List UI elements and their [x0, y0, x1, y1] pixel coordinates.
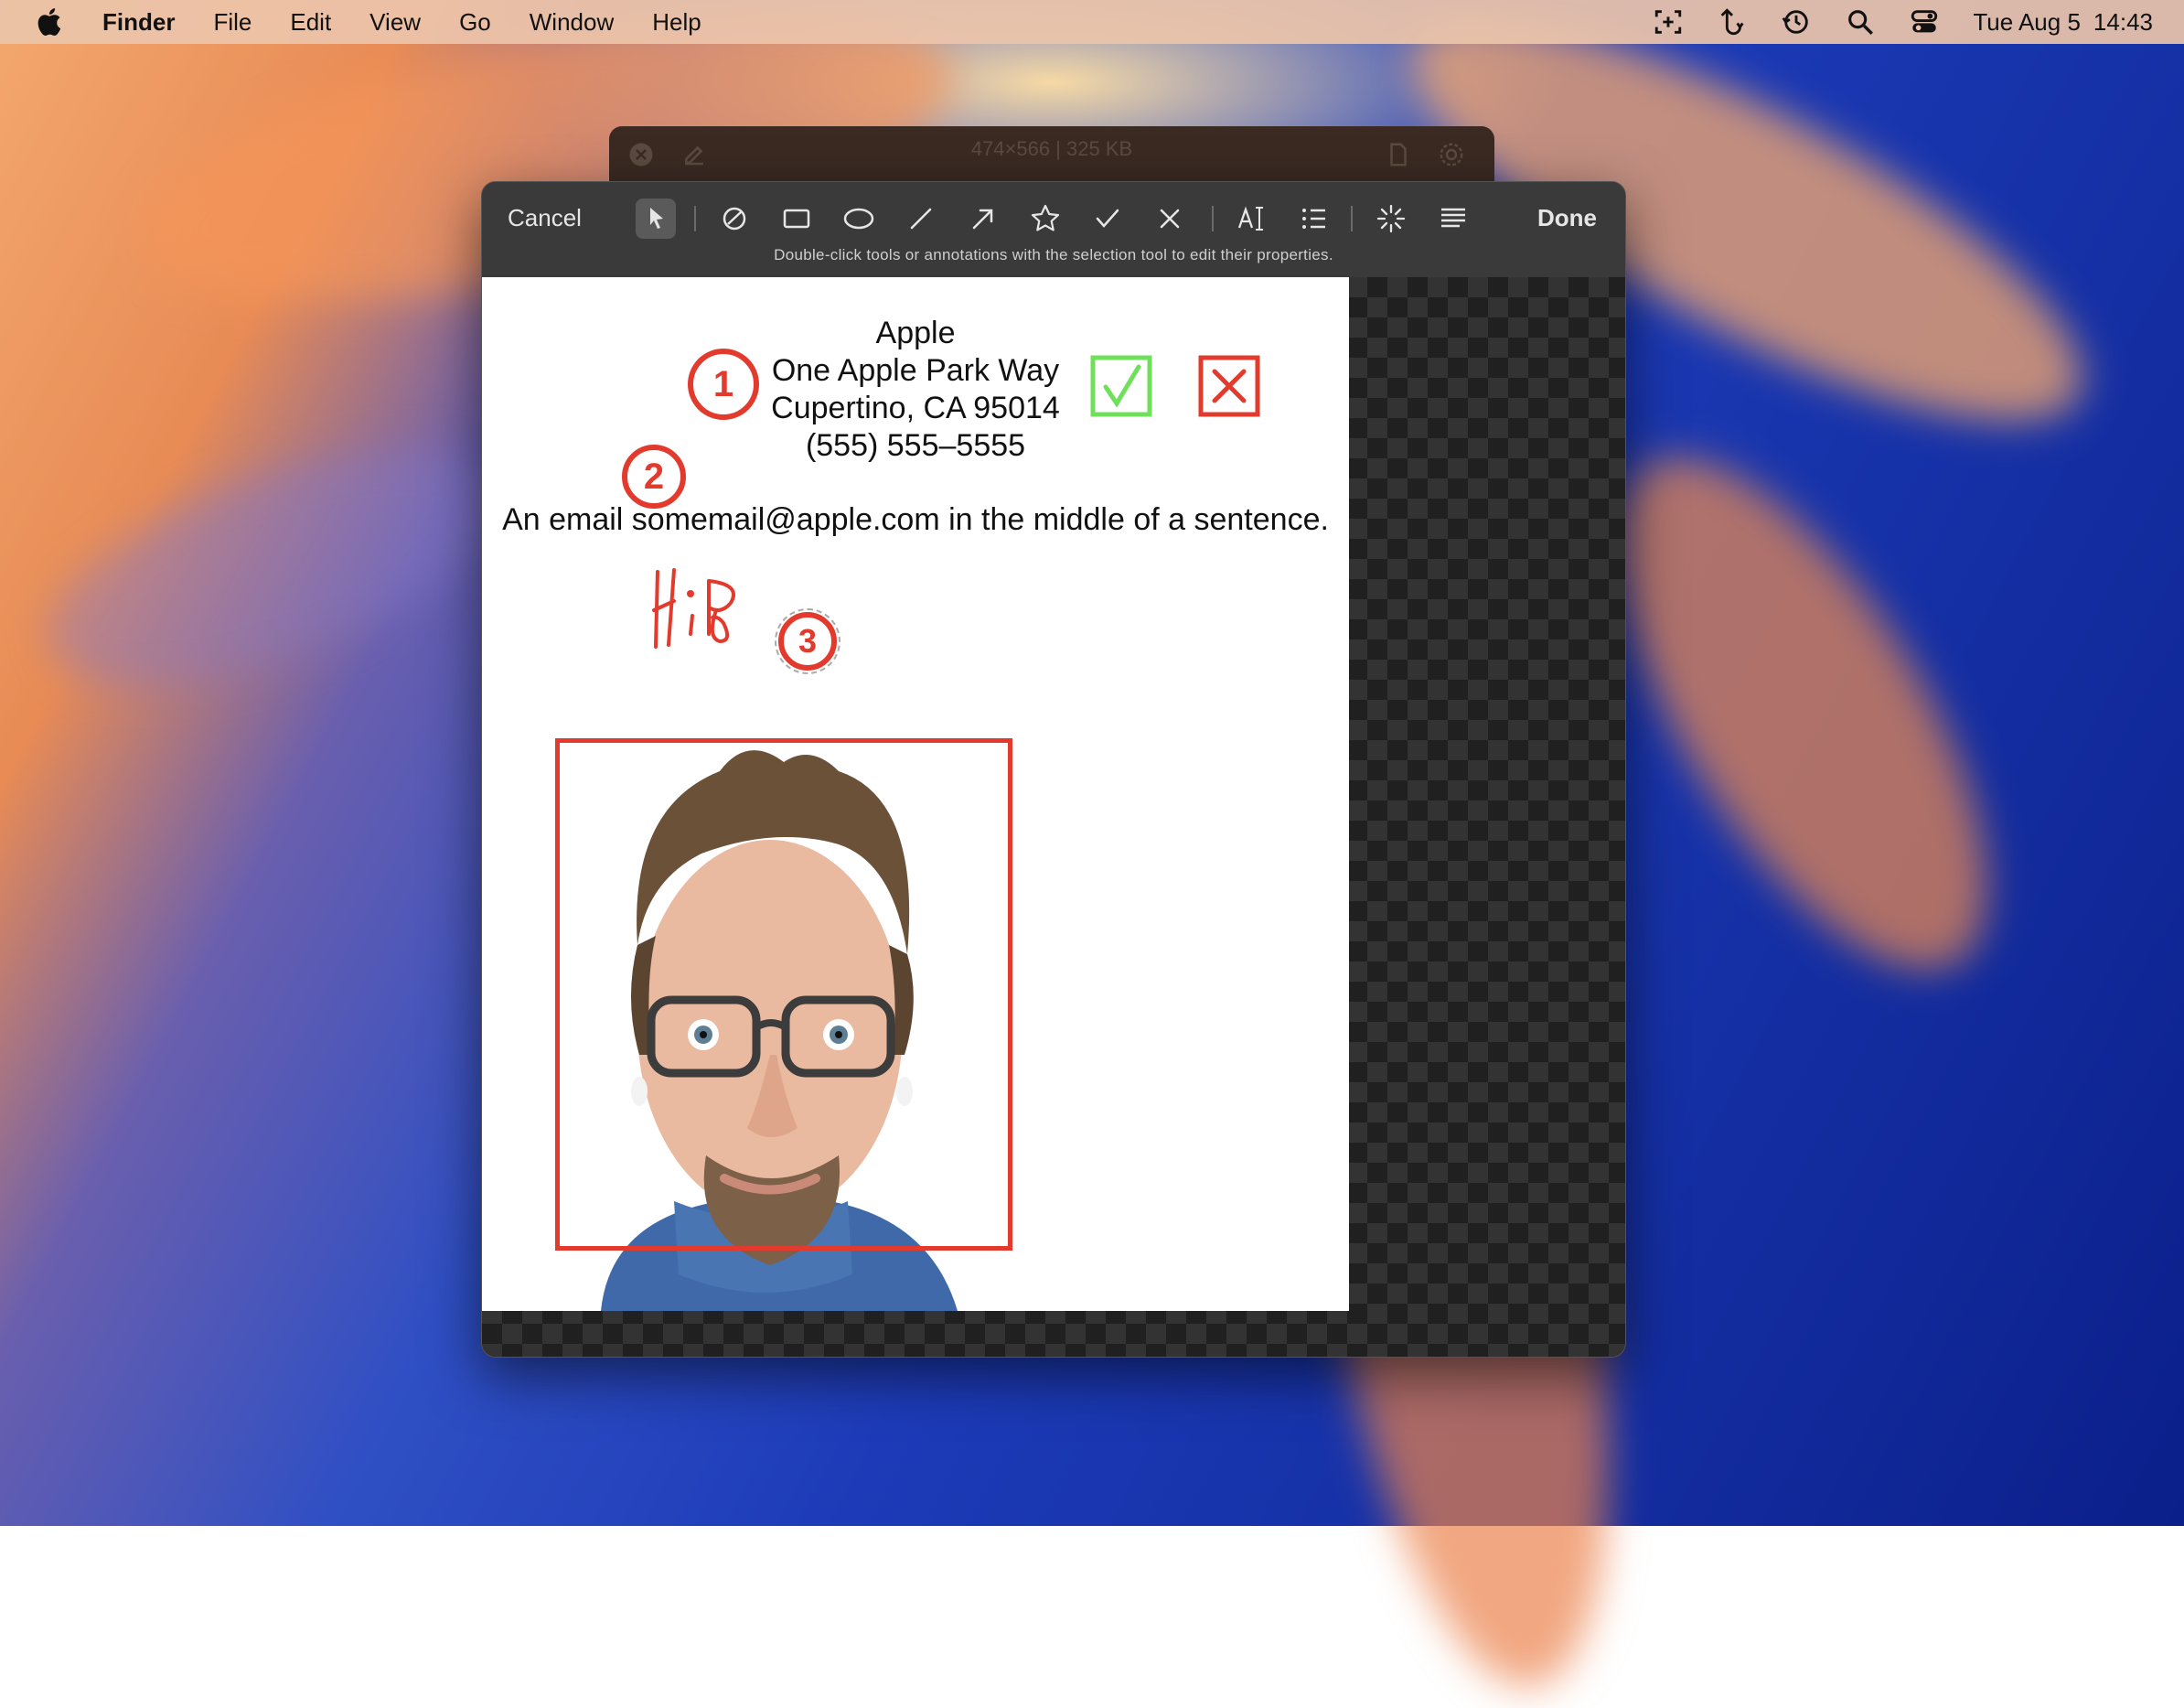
email-sentence[interactable]: An email somemail@apple.com in the middl…	[482, 502, 1349, 538]
cancel-button[interactable]: Cancel	[508, 204, 582, 232]
control-center-icon[interactable]	[1909, 6, 1940, 38]
red-rectangle-annotation[interactable]	[555, 738, 1012, 1251]
sync-icon[interactable]	[1717, 6, 1748, 38]
search-icon[interactable]	[1845, 6, 1876, 38]
number-badge-1[interactable]: 1	[688, 349, 759, 420]
text-tool[interactable]	[1232, 199, 1272, 239]
menu-help[interactable]: Help	[652, 8, 701, 37]
markup-toolbar: Cancel Done Double-click tools or annota…	[482, 182, 1625, 277]
star-tool[interactable]	[1025, 199, 1065, 239]
red-cross-box-annotation[interactable]	[1197, 354, 1261, 418]
align-tool[interactable]	[1433, 199, 1473, 239]
toolbar-separator	[1351, 206, 1353, 231]
highlight-tool[interactable]	[1371, 199, 1411, 239]
number-badge-2[interactable]: 2	[622, 445, 686, 509]
address-line-1[interactable]: Apple	[482, 316, 1349, 351]
apple-logo-icon[interactable]	[35, 6, 62, 38]
oval-icon	[843, 208, 874, 230]
select-icon	[650, 208, 663, 229]
menu-go[interactable]: Go	[459, 8, 491, 37]
toolbar-hint: Double-click tools or annotations with t…	[774, 246, 1333, 263]
rectangle-icon	[783, 209, 810, 229]
menu-bar-clock[interactable]: Tue Aug 5 14:43	[1973, 8, 2153, 37]
numbered-list-tool[interactable]	[1294, 199, 1334, 239]
oval-tool[interactable]	[839, 199, 879, 239]
wallpaper-streak	[19, 400, 530, 735]
toolbar-separator	[694, 206, 696, 231]
arrow-tool[interactable]	[963, 199, 1003, 239]
handwritten-sketch-annotation[interactable]	[647, 563, 756, 654]
gear-icon[interactable]	[1438, 141, 1465, 168]
line-tool[interactable]	[901, 199, 941, 239]
canvas-area[interactable]: Apple One Apple Park Way Cupertino, CA 9…	[482, 277, 1625, 1357]
toolbar-separator	[1212, 206, 1214, 231]
document-icon[interactable]	[1385, 141, 1412, 168]
numbered-list-icon	[1302, 209, 1325, 229]
line-icon	[910, 208, 932, 230]
green-checkbox-annotation[interactable]	[1089, 354, 1153, 418]
sketch-tool[interactable]	[714, 199, 755, 239]
clock-time: 14:43	[2093, 7, 2153, 36]
checkmark-tool[interactable]	[1087, 199, 1128, 239]
menu-bar: Finder File Edit View Go Window Help Tue…	[0, 0, 2184, 44]
menu-window[interactable]: Window	[530, 8, 614, 37]
highlight-icon	[1376, 204, 1406, 233]
rectangle-tool[interactable]	[776, 199, 817, 239]
sketch-icon	[723, 207, 746, 231]
window-title: 474×566 | 325 KB	[970, 137, 1133, 160]
cross-icon	[1160, 209, 1180, 229]
time-machine-icon[interactable]	[1781, 6, 1812, 38]
checkmark-icon	[1096, 209, 1119, 228]
address-line-4[interactable]: (555) 555–5555	[482, 428, 1349, 464]
menu-edit[interactable]: Edit	[290, 8, 331, 37]
star-icon	[1031, 204, 1060, 231]
align-icon	[1441, 208, 1465, 228]
menu-view[interactable]: View	[369, 8, 421, 37]
screenshot-icon[interactable]	[1653, 6, 1684, 38]
menu-bar-status: Tue Aug 5 14:43	[1620, 0, 2153, 44]
clock-date: Tue Aug 5	[1973, 7, 2081, 36]
cross-tool[interactable]	[1150, 199, 1190, 239]
document-page[interactable]: Apple One Apple Park Way Cupertino, CA 9…	[482, 277, 1349, 1311]
done-button[interactable]: Done	[1537, 204, 1597, 232]
text-icon	[1237, 206, 1263, 231]
menu-app-finder[interactable]: Finder	[102, 8, 175, 37]
select-tool[interactable]	[636, 199, 676, 239]
markup-window: Cancel Done Double-click tools or annota…	[481, 181, 1626, 1358]
number-badge-3[interactable]: 3	[775, 608, 840, 674]
menu-file[interactable]: File	[213, 8, 252, 37]
arrow-icon	[972, 209, 993, 230]
